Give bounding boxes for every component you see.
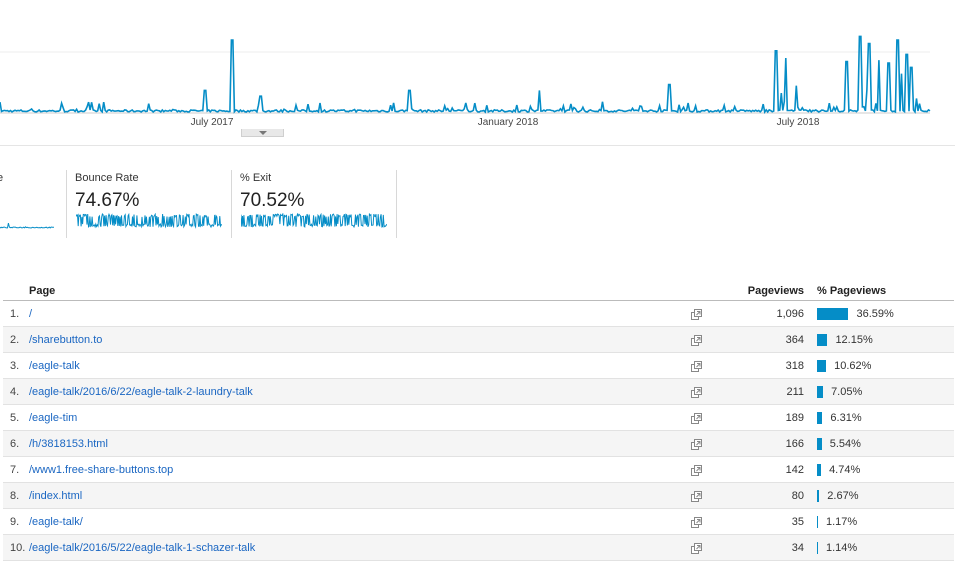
pageviews-value: 189 <box>785 412 804 424</box>
pageviews-value: 318 <box>785 360 804 372</box>
table-row: 1. / 1,096 36.59% <box>3 301 954 327</box>
pct-pageviews-value: 1.14% <box>826 542 858 554</box>
open-page-icon[interactable] <box>691 387 702 398</box>
column-header-pct-pageviews[interactable]: % Pageviews <box>817 285 886 297</box>
metric-label: e <box>0 172 4 184</box>
metric-value: 74.67% <box>75 190 140 211</box>
pageviews-series-line <box>0 35 931 114</box>
column-header-pageviews[interactable]: Pageviews <box>748 285 804 297</box>
pct-pageviews-bar <box>817 490 820 502</box>
pageviews-value: 142 <box>785 464 804 476</box>
pct-pageviews-value: 2.67% <box>827 490 859 502</box>
table-row: 7. /www1.free-share-buttons.top 142 4.74… <box>3 457 954 483</box>
page-link[interactable]: / <box>29 308 32 320</box>
metric-value: 70.52% <box>240 190 305 211</box>
metric-bounce-rate[interactable]: Bounce Rate 74.67% <box>67 170 232 238</box>
page-link[interactable]: /h/3818153.html <box>29 438 108 450</box>
table-row: 3. /eagle-talk 318 10.62% <box>3 353 954 379</box>
pageviews-value: 35 <box>791 516 804 528</box>
pageviews-value: 1,096 <box>776 308 804 320</box>
spark2-line <box>241 213 387 229</box>
pageviews-value: 166 <box>785 438 804 450</box>
row-index: 2. <box>10 334 20 346</box>
pct-pageviews-value: 6.31% <box>830 412 862 424</box>
row-index: 8. <box>10 490 20 502</box>
pct-pageviews-value: 4.74% <box>829 464 861 476</box>
pageviews-value: 364 <box>785 334 804 346</box>
page-link[interactable]: /eagle-talk <box>29 360 80 372</box>
pct-pageviews-bar <box>817 386 824 398</box>
pct-pageviews-value: 1.17% <box>826 516 858 528</box>
row-index: 1. <box>10 308 20 320</box>
metric-label: % Exit <box>240 172 272 184</box>
page-link[interactable]: /www1.free-share-buttons.top <box>29 464 173 476</box>
pageviews-line-chart: July 2017 January 2018 July 2018 <box>0 0 955 145</box>
column-header-page[interactable]: Page <box>29 285 55 297</box>
row-index: 3. <box>10 360 20 372</box>
pageviews-value: 211 <box>786 386 804 398</box>
divider <box>0 145 955 146</box>
chevron-down-icon <box>258 130 267 135</box>
open-page-icon[interactable] <box>691 491 702 502</box>
pct-pageviews-bar <box>817 516 818 528</box>
page-link[interactable]: /sharebutton.to <box>29 334 102 346</box>
x-axis-label-jul-2018: July 2018 <box>776 117 820 128</box>
table-row: 4. /eagle-talk/2016/6/22/eagle-talk-2-la… <box>3 379 954 405</box>
open-page-icon[interactable] <box>691 465 702 476</box>
spark1-line <box>76 213 222 229</box>
open-page-icon[interactable] <box>691 335 702 346</box>
sparkline-bounce-rate <box>76 213 222 229</box>
table-row: 9. /eagle-talk/ 35 1.17% <box>3 509 954 535</box>
row-index: 7. <box>10 464 20 476</box>
pct-pageviews-value: 36.59% <box>856 308 894 320</box>
page-link[interactable]: /eagle-talk/ <box>29 516 83 528</box>
table-body: 1. / 1,096 36.59% 2. /sharebutton.to 364… <box>3 301 954 561</box>
pct-pageviews-value: 10.62% <box>834 360 872 372</box>
row-index: 6. <box>10 438 20 450</box>
pageviews-value: 34 <box>791 542 804 554</box>
table-header: Page Pageviews % Pageviews <box>3 283 954 301</box>
open-page-icon[interactable] <box>691 413 702 424</box>
page-link[interactable]: /eagle-tim <box>29 412 77 424</box>
table-row: 2. /sharebutton.to 364 12.15% <box>3 327 954 353</box>
pct-pageviews-value: 7.05% <box>831 386 863 398</box>
row-index: 5. <box>10 412 20 424</box>
pct-pageviews-value: 12.15% <box>835 334 873 346</box>
x-axis-label-jan-2018: January 2018 <box>477 117 539 128</box>
pct-pageviews-bar <box>817 438 822 450</box>
pct-pageviews-value: 5.54% <box>829 438 861 450</box>
pct-pageviews-bar <box>817 360 827 372</box>
pct-pageviews-bar <box>817 334 828 346</box>
page-link[interactable]: /eagle-talk/2016/5/22/eagle-talk-1-schaz… <box>29 542 255 554</box>
table-row: 5. /eagle-tim 189 6.31% <box>3 405 954 431</box>
open-page-icon[interactable] <box>691 543 702 554</box>
row-index: 9. <box>10 516 20 528</box>
pct-pageviews-bar <box>817 308 849 320</box>
pct-pageviews-bar <box>817 412 823 424</box>
pages-table: Page Pageviews % Pageviews 1. / 1,096 36… <box>3 283 954 561</box>
metric-exit[interactable]: % Exit 70.52% <box>232 170 397 238</box>
page-link[interactable]: /index.html <box>29 490 82 502</box>
pct-pageviews-bar <box>817 464 822 476</box>
sparkline-exit <box>241 213 387 229</box>
open-page-icon[interactable] <box>691 361 702 372</box>
pageviews-value: 80 <box>791 490 804 502</box>
table-row: 6. /h/3818153.html 166 5.54% <box>3 431 954 457</box>
pct-pageviews-bar <box>817 542 818 554</box>
open-page-icon[interactable] <box>691 439 702 450</box>
x-axis-label-jul-2017: July 2017 <box>190 117 234 128</box>
open-page-icon[interactable] <box>691 309 702 320</box>
page-link[interactable]: /eagle-talk/2016/6/22/eagle-talk-2-laund… <box>29 386 253 398</box>
table-row: 8. /index.html 80 2.67% <box>3 483 954 509</box>
table-row: 10. /eagle-talk/2016/5/22/eagle-talk-1-s… <box>3 535 954 561</box>
chart-collapse-handle[interactable] <box>241 129 284 137</box>
row-index: 4. <box>10 386 20 398</box>
metric-partial[interactable]: e <box>0 170 67 238</box>
sparkline-partial <box>0 222 54 229</box>
row-index: 10. <box>10 542 26 554</box>
open-page-icon[interactable] <box>691 517 702 528</box>
metric-label: Bounce Rate <box>75 172 139 184</box>
spark0-line <box>0 222 54 229</box>
